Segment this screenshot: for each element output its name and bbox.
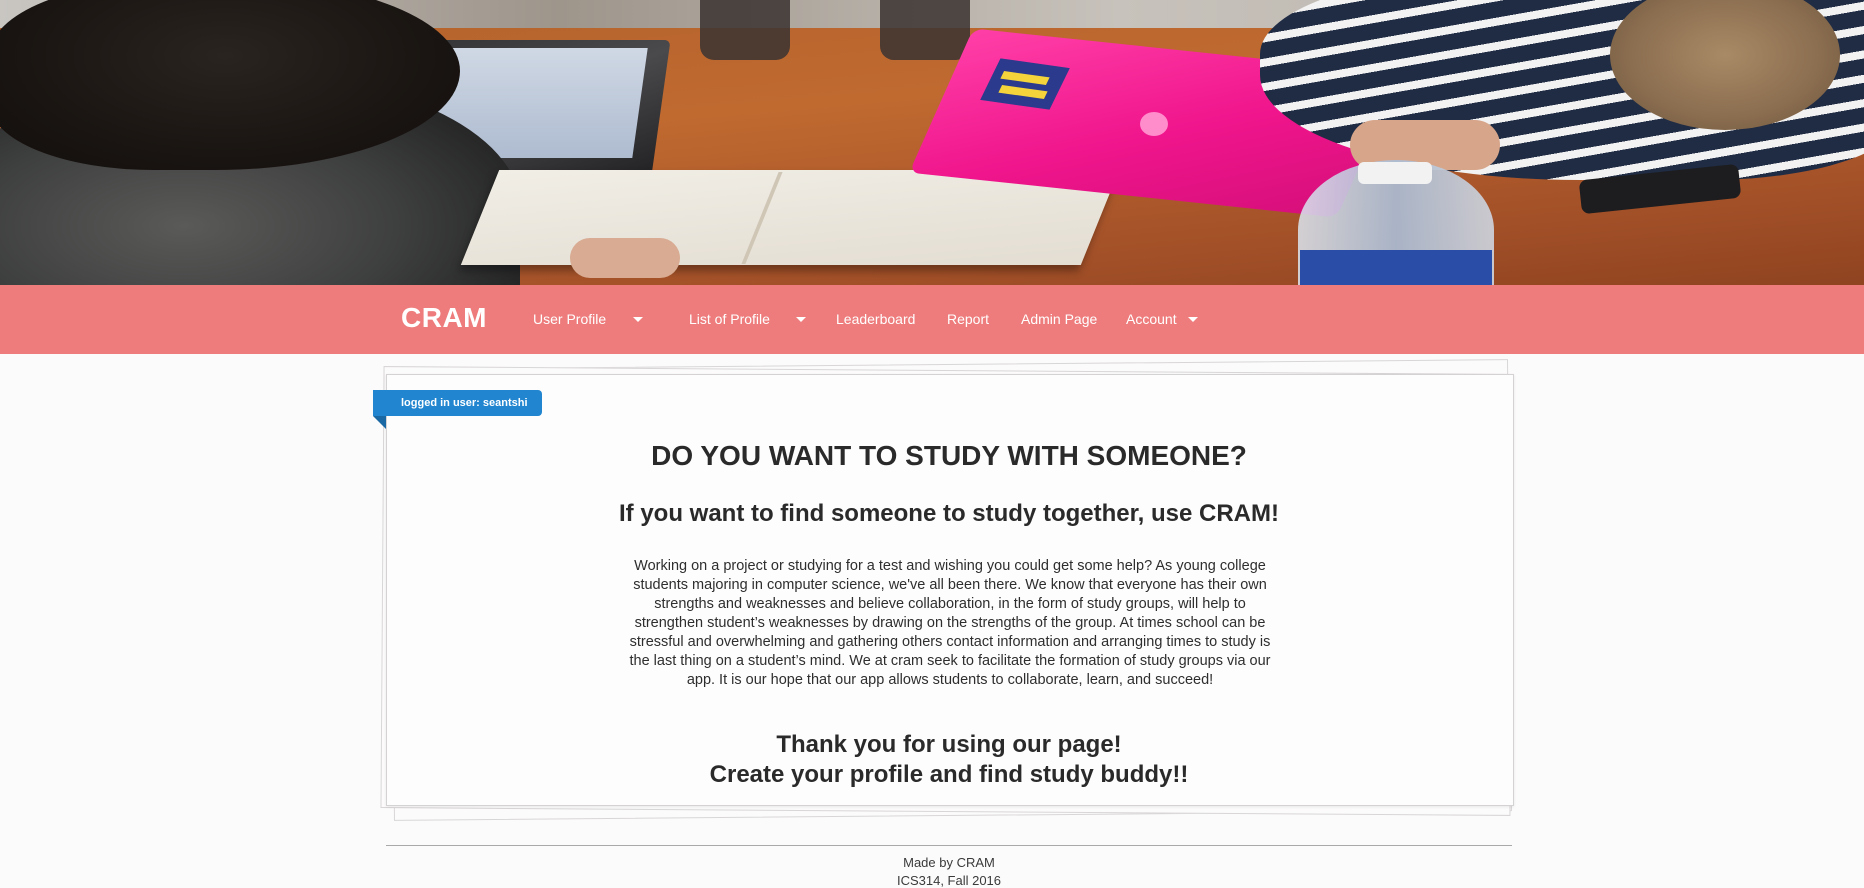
nav-account-dropdown[interactable]: Account: [1126, 311, 1198, 327]
nav-list-of-profile-label: List of Profile: [689, 311, 770, 327]
ribbon-fold-corner: [373, 416, 386, 429]
nav-account-label: Account: [1126, 311, 1177, 327]
nav-list-of-profile-dropdown[interactable]: List of Profile: [689, 311, 806, 327]
thank-you-line: Thank you for using our page!: [776, 731, 1122, 758]
hero-chair: [880, 0, 970, 60]
page-headline: DO YOU WANT TO STUDY WITH SOMEONE?: [651, 440, 1247, 471]
hero-banner-image: [0, 0, 1864, 285]
brand-logo-link[interactable]: CRAM: [401, 302, 487, 334]
nav-user-profile-dropdown[interactable]: User Profile: [533, 311, 643, 327]
nav-leaderboard-link[interactable]: Leaderboard: [836, 311, 915, 327]
page-subheadline: If you want to find someone to study tog…: [618, 500, 1279, 527]
chevron-down-icon: [1188, 317, 1198, 322]
hero-bottle-label: [1300, 250, 1492, 285]
nav-report-link[interactable]: Report: [947, 311, 989, 327]
hero-apple-logo: [1140, 112, 1168, 136]
intro-paragraph: Working on a project or studying for a t…: [629, 558, 1271, 688]
chevron-down-icon: [796, 317, 806, 322]
nav-report-label: Report: [947, 311, 990, 327]
nav-admin-page-label: Admin Page: [1021, 311, 1098, 327]
hero-hand-left: [570, 238, 680, 278]
chevron-down-icon: [633, 317, 643, 322]
footer-credit: Made by CRAM: [903, 855, 995, 870]
call-to-action-line: Create your profile and find study buddy…: [709, 761, 1189, 788]
footer-divider: [386, 845, 1512, 846]
top-navbar: CRAM User Profile List of Profile Leader…: [0, 285, 1864, 354]
nav-admin-page-link[interactable]: Admin Page: [1021, 311, 1097, 327]
thank-you-message: Thank you for using our page! Create you…: [386, 730, 1512, 790]
hero-chair: [700, 0, 790, 60]
nav-leaderboard-label: Leaderboard: [836, 311, 916, 327]
nav-user-profile-label: User Profile: [533, 311, 607, 327]
hero-bottle-cap: [1358, 162, 1432, 184]
logged-in-user-ribbon: logged in user: seantshi: [373, 390, 542, 416]
